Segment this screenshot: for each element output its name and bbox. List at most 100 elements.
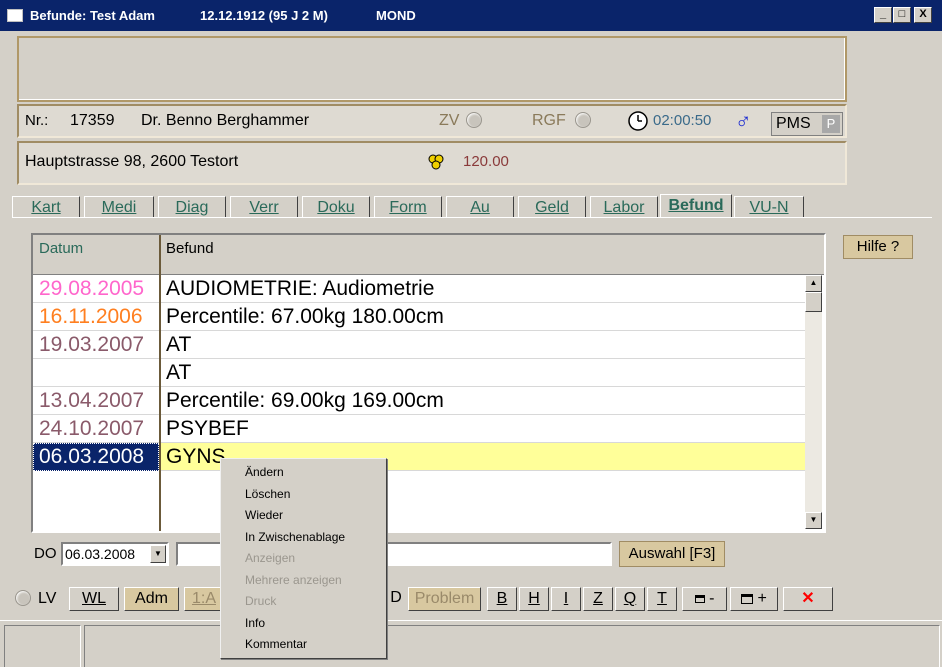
column-header-datum[interactable]: Datum: [39, 240, 83, 257]
expand-sign: +: [757, 590, 767, 607]
balance-amount: 120.00: [463, 153, 509, 170]
patient-birth: 12.12.1912 (95 J 2 M): [200, 8, 328, 23]
status-bar: [0, 620, 942, 667]
tab-diag[interactable]: Diag: [158, 196, 226, 218]
window-large-icon: [741, 593, 754, 604]
table-row[interactable]: 06.03.2008 GYNS: [33, 443, 805, 471]
window-edge: [0, 31, 942, 33]
scroll-down-icon[interactable]: ▼: [805, 512, 822, 529]
status-cell-1: [4, 625, 81, 667]
b-button[interactable]: B: [487, 587, 517, 611]
row-date: 19.03.2007: [39, 333, 145, 356]
patient-number: 17359: [70, 112, 115, 129]
male-gender-icon: ♂: [735, 108, 752, 133]
zv-indicator-icon[interactable]: [466, 112, 482, 128]
row-befund-text: AT: [166, 361, 192, 384]
tab-kart[interactable]: Kart: [12, 196, 80, 218]
tab-befund[interactable]: Befund: [660, 194, 732, 218]
scroll-thumb[interactable]: [805, 292, 822, 312]
window-small-icon: [694, 594, 705, 603]
lv-label: LV: [38, 590, 57, 607]
row-date: 24.10.2007: [39, 417, 145, 440]
table-row[interactable]: AT: [33, 359, 805, 387]
clock-icon: [628, 111, 648, 131]
row-befund-text: PSYBEF: [166, 417, 249, 440]
wl-button[interactable]: WL: [69, 587, 119, 611]
h-button[interactable]: H: [519, 587, 549, 611]
zv-label: ZV: [439, 112, 460, 129]
rgf-label: RGF: [532, 112, 566, 129]
q-button[interactable]: Q: [615, 587, 645, 611]
row-date: 29.08.2005: [39, 277, 145, 300]
table-row[interactable]: 29.08.2005 AUDIOMETRIE: Audiometrie: [33, 275, 805, 303]
rgf-indicator-icon[interactable]: [575, 112, 591, 128]
date-field[interactable]: 06.03.2008 ▼: [61, 542, 169, 566]
befund-table: Datum Befund 29.08.2005 AUDIOMETRIE: Audi…: [31, 233, 826, 533]
patient-address: Hauptstrasse 98, 2600 Testort: [25, 153, 239, 170]
z-button[interactable]: Z: [583, 587, 613, 611]
tab-strip: Kart Medi Diag Verr Doku Form Au Geld La…: [12, 194, 932, 218]
row-date: 06.03.2008: [39, 445, 145, 468]
minimize-button[interactable]: _: [874, 7, 892, 23]
context-menu-item[interactable]: Wieder: [245, 508, 283, 522]
patient-info-panel: Nr.: 17359 Dr. Benno Berghammer ZV RGF 0…: [17, 104, 847, 138]
collapse-button[interactable]: -: [682, 587, 727, 611]
context-menu-item[interactable]: In Zwischenablage: [245, 530, 345, 544]
table-row[interactable]: 19.03.2007 AT: [33, 331, 805, 359]
money-icon: [428, 154, 444, 170]
title-extra: MOND: [376, 8, 416, 23]
d-button[interactable]: D: [386, 587, 406, 611]
do-label: DO: [34, 545, 57, 562]
row-date: 16.11.2006: [39, 305, 143, 328]
collapse-sign: -: [709, 590, 715, 607]
date-value: 06.03.2008: [65, 546, 136, 562]
expand-button[interactable]: +: [730, 587, 778, 611]
close-window-button[interactable]: X: [914, 7, 932, 23]
help-button[interactable]: Hilfe ?: [843, 235, 913, 259]
pms-box[interactable]: PMS P: [771, 112, 843, 136]
pms-p-badge: P: [822, 115, 840, 133]
nr-label: Nr.:: [25, 112, 49, 129]
scroll-up-icon[interactable]: ▲: [805, 275, 822, 292]
tab-verr[interactable]: Verr: [230, 196, 298, 218]
context-menu-item[interactable]: Ändern: [245, 465, 284, 479]
context-menu-item[interactable]: Kommentar: [245, 637, 307, 651]
one-a-button[interactable]: 1:A: [184, 587, 224, 611]
doctor-name: Dr. Benno Berghammer: [141, 112, 310, 129]
context-menu-item[interactable]: Löschen: [245, 487, 290, 501]
auswahl-button[interactable]: Auswahl [F3]: [619, 541, 725, 567]
table-header: Datum Befund: [33, 235, 824, 275]
tab-geld[interactable]: Geld: [518, 196, 586, 218]
date-dropdown-icon[interactable]: ▼: [150, 545, 166, 563]
table-row[interactable]: 16.11.2006 Percentile: 67.00kg 180.00cm: [33, 303, 805, 331]
table-row[interactable]: 24.10.2007 PSYBEF: [33, 415, 805, 443]
row-befund-text: Percentile: 67.00kg 180.00cm: [166, 305, 444, 328]
tab-form[interactable]: Form: [374, 196, 442, 218]
table-row[interactable]: 13.04.2007 Percentile: 69.00kg 169.00cm: [33, 387, 805, 415]
tab-labor[interactable]: Labor: [590, 196, 658, 218]
window-title: Befunde: Test Adam: [30, 8, 155, 23]
column-separator: [159, 235, 161, 531]
delete-x-icon[interactable]: ✕: [783, 587, 833, 611]
vertical-scrollbar[interactable]: ▲ ▼: [805, 275, 822, 529]
context-menu-item[interactable]: Info: [245, 616, 265, 630]
maximize-button[interactable]: □: [893, 7, 911, 23]
app-icon: [7, 9, 23, 22]
title-bar: Befunde: Test Adam 12.12.1912 (95 J 2 M)…: [0, 0, 942, 31]
row-date: 13.04.2007: [39, 389, 145, 412]
problem-button[interactable]: Problem: [408, 587, 481, 611]
tab-doku[interactable]: Doku: [302, 196, 370, 218]
tab-vu-n[interactable]: VU-N: [734, 196, 804, 218]
i-button[interactable]: I: [551, 587, 581, 611]
context-menu-item: Anzeigen: [245, 551, 296, 565]
header-panel: [17, 36, 847, 102]
lv-indicator-icon[interactable]: [15, 590, 31, 606]
column-header-befund[interactable]: Befund: [166, 240, 214, 257]
tab-medi[interactable]: Medi: [84, 196, 154, 218]
address-panel: Hauptstrasse 98, 2600 Testort 120.00: [17, 141, 847, 185]
adm-button[interactable]: Adm: [124, 587, 179, 611]
row-befund-text: Percentile: 69.00kg 169.00cm: [166, 389, 444, 412]
row-befund-text: AUDIOMETRIE: Audiometrie: [166, 277, 435, 300]
tab-au[interactable]: Au: [446, 196, 514, 218]
t-button[interactable]: T: [647, 587, 677, 611]
